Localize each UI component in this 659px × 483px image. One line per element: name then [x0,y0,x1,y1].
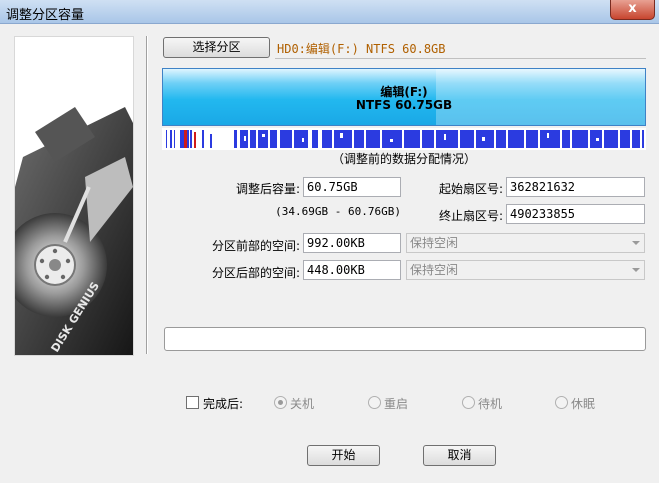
radio-hibernate[interactable] [555,396,568,409]
partition-bar[interactable]: 编辑(F:) NTFS 60.75GB [162,68,646,126]
disk-info-underline [275,58,646,59]
dialog-body: DISK GENIUS 选择分区 HD0:编辑(F:) NTFS 60.8GB … [6,30,653,477]
close-icon: x [628,1,637,16]
before-space-mode-select[interactable]: 保持空闲 [406,233,645,253]
size-range: (34.69GB - 60.76GB) [275,205,401,218]
radio-restart[interactable] [368,396,381,409]
close-button[interactable]: x [610,0,655,20]
disk-genius-banner: DISK GENIUS [14,36,134,356]
end-sector-input[interactable]: 490233855 [506,204,645,224]
window-title: 调整分区容量 [6,8,85,23]
completion-label: 完成后: [203,397,244,411]
after-space-input[interactable]: 448.00KB [303,260,401,280]
chevron-down-icon [632,268,640,272]
vertical-divider [146,36,148,354]
disk-info: HD0:编辑(F:) NTFS 60.8GB [277,42,446,56]
before-space-mode-value: 保持空闲 [410,236,459,250]
partition-fs-size: NTFS 60.75GB [355,98,453,112]
before-space-input[interactable]: 992.00KB [303,233,401,253]
start-sector-label: 起始扇区号: [438,182,503,196]
map-caption: （调整前的数据分配情况） [331,152,476,166]
radio-restart-label: 重启 [384,397,409,411]
after-space-mode-select[interactable]: 保持空闲 [406,260,645,280]
before-space-label: 分区前部的空间: [211,239,300,253]
radio-standby[interactable] [462,396,475,409]
radio-standby-label: 待机 [478,397,503,411]
after-space-label: 分区后部的空间: [211,266,300,280]
size-input[interactable]: 60.75GB [303,177,401,197]
radio-shutdown[interactable] [274,396,287,409]
hard-drive-illustration: DISK GENIUS [15,107,133,355]
radio-shutdown-label: 关机 [290,397,315,411]
start-button[interactable]: 开始 [307,445,380,466]
after-space-mode-value: 保持空闲 [410,263,459,277]
radio-hibernate-label: 休眠 [571,397,596,411]
completion-checkbox[interactable] [186,396,199,409]
size-label: 调整后容量: [235,182,300,196]
start-sector-input[interactable]: 362821632 [506,177,645,197]
select-partition-button[interactable]: 选择分区 [163,37,270,58]
title-bar: 调整分区容量 x [0,0,659,24]
progress-bar [164,327,646,351]
chevron-down-icon [632,241,640,245]
data-allocation-map [162,128,646,150]
cancel-button[interactable]: 取消 [423,445,496,466]
end-sector-label: 终止扇区号: [438,209,503,223]
